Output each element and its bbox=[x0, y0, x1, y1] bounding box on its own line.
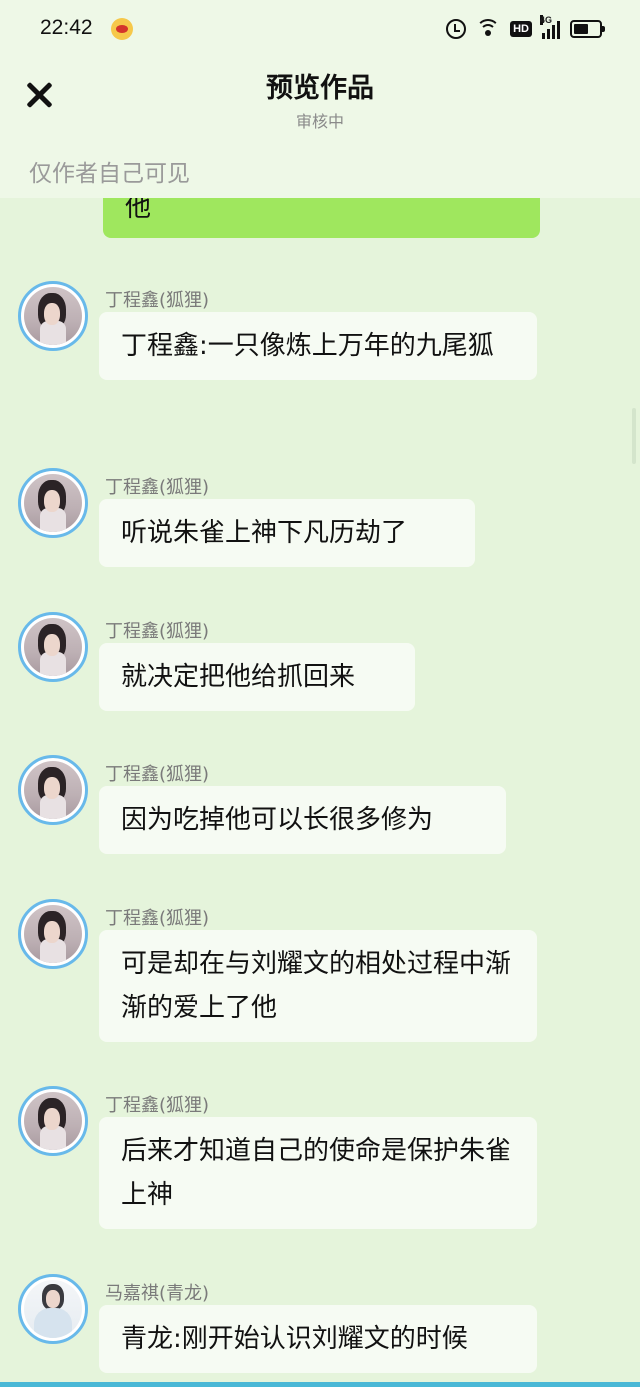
sender-name: 丁程鑫(狐狸) bbox=[105, 477, 210, 498]
bottom-bar bbox=[0, 1382, 640, 1387]
alarm-icon bbox=[446, 19, 467, 39]
review-status: 审核中 bbox=[295, 112, 344, 131]
avatar[interactable] bbox=[18, 1274, 88, 1344]
avatar[interactable] bbox=[18, 281, 88, 351]
message-bubble: 因为吃掉他可以长很多修为 bbox=[99, 786, 506, 854]
network-label: 4G bbox=[540, 15, 553, 25]
weibo-notification-icon bbox=[111, 18, 133, 40]
avatar[interactable] bbox=[18, 1086, 88, 1156]
page-title: 预览作品 bbox=[266, 73, 374, 104]
chat-list[interactable]: 他 丁程鑫(狐狸) 丁程鑫:一只像炼上万年的九尾狐 丁程鑫(狐狸) 听说朱雀上神… bbox=[0, 198, 640, 1382]
status-time: 22:42 bbox=[40, 16, 93, 39]
hd-icon: HD bbox=[510, 21, 532, 37]
message-bubble: 可是却在与刘耀文的相处过程中渐渐的爱上了他 bbox=[99, 930, 537, 1042]
message-bubble: 后来才知道自己的使命是保护朱雀上神 bbox=[99, 1117, 537, 1229]
header: 预览作品 审核中 仅作者自己可见 bbox=[0, 58, 640, 198]
message-bubble: 青龙:刚开始认识刘耀文的时候 bbox=[99, 1305, 537, 1373]
self-message-text: 他 bbox=[125, 198, 152, 223]
sender-name: 马嘉祺(青龙) bbox=[105, 1283, 210, 1304]
avatar[interactable] bbox=[18, 899, 88, 969]
avatar[interactable] bbox=[18, 468, 88, 538]
signal-icon: 4G bbox=[540, 15, 560, 39]
sender-name: 丁程鑫(狐狸) bbox=[105, 290, 210, 311]
status-icons: HD 4G bbox=[446, 15, 605, 42]
message-bubble: 听说朱雀上神下凡历劫了 bbox=[99, 499, 475, 567]
battery-icon bbox=[570, 20, 605, 38]
sender-name: 丁程鑫(狐狸) bbox=[105, 764, 210, 785]
message-bubble: 就决定把他给抓回来 bbox=[99, 643, 415, 711]
avatar[interactable] bbox=[18, 612, 88, 682]
sender-name: 丁程鑫(狐狸) bbox=[105, 908, 210, 929]
status-bar: 22:42 HD 4G bbox=[0, 0, 640, 58]
visibility-note: 仅作者自己可见 bbox=[29, 161, 190, 187]
wifi-icon bbox=[476, 19, 501, 39]
self-message-bubble: 他 bbox=[103, 198, 540, 238]
scrollbar[interactable] bbox=[632, 408, 636, 464]
sender-name: 丁程鑫(狐狸) bbox=[105, 621, 210, 642]
sender-name: 丁程鑫(狐狸) bbox=[105, 1095, 210, 1116]
message-bubble: 丁程鑫:一只像炼上万年的九尾狐 bbox=[99, 312, 537, 380]
avatar[interactable] bbox=[18, 755, 88, 825]
